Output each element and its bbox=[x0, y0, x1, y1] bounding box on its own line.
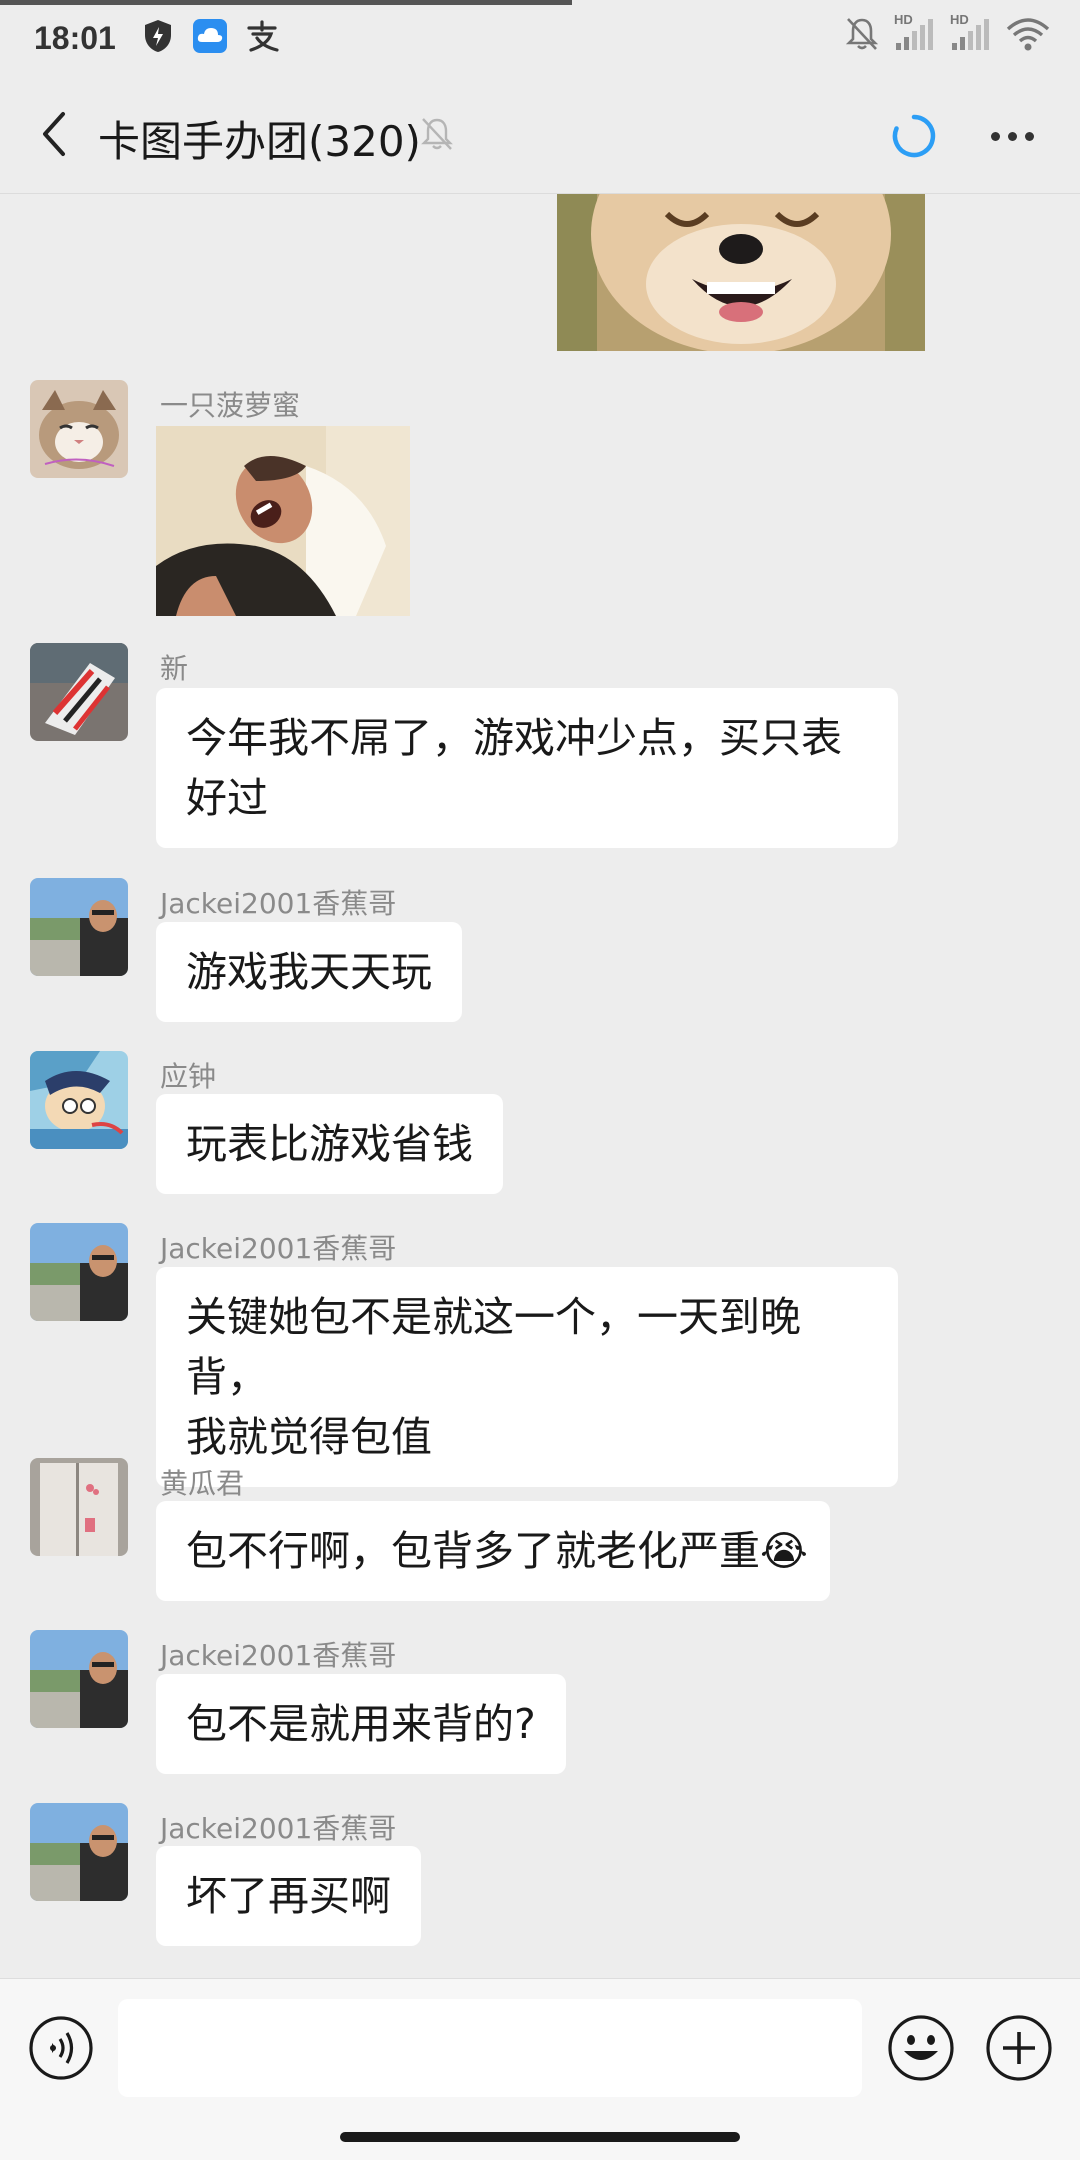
avatar[interactable] bbox=[30, 380, 128, 478]
voice-button[interactable] bbox=[28, 2015, 94, 2081]
shield-icon bbox=[140, 18, 176, 54]
status-left-icons bbox=[140, 18, 280, 54]
back-button[interactable] bbox=[26, 106, 82, 162]
more-options-button[interactable] bbox=[980, 112, 1044, 160]
message-text-line: 游戏我天天玩 bbox=[186, 948, 432, 996]
status-bar: 18:01 HD HD bbox=[0, 0, 1080, 78]
message-bubble[interactable]: 游戏我天天玩 bbox=[156, 922, 462, 1022]
voice-icon bbox=[29, 2016, 93, 2080]
cloud-icon bbox=[192, 18, 228, 54]
group-title: 卡图手办团(320) bbox=[98, 117, 421, 166]
back-arrow-icon bbox=[43, 112, 65, 156]
status-right-icons: HD HD bbox=[844, 12, 1050, 52]
signal-hd-icon: HD bbox=[894, 12, 936, 52]
avatar[interactable] bbox=[30, 1803, 128, 1901]
message-bubble[interactable]: 今年我不屌了，游戏冲少点，买只表 好过 bbox=[156, 688, 898, 848]
status-time: 18:01 bbox=[34, 20, 116, 56]
avatar[interactable] bbox=[30, 1223, 128, 1321]
laughing-man-image bbox=[156, 426, 410, 616]
cat-avatar bbox=[30, 380, 128, 478]
cartoon-avatar bbox=[30, 1051, 128, 1149]
mute-bell-icon bbox=[844, 16, 880, 52]
hd-label: HD bbox=[950, 12, 969, 27]
message-list[interactable]: 一只菠萝蜜 新 今年我不屌了，游戏冲少点，买只表 好过 Jackei2001香蕉… bbox=[0, 194, 1080, 1978]
loading-spinner-icon bbox=[890, 112, 938, 160]
sender-name: 一只菠萝蜜 bbox=[160, 389, 301, 422]
emoji-button[interactable] bbox=[886, 2013, 956, 2083]
wifi-icon bbox=[1006, 16, 1050, 52]
message-text-line: 玩表比游戏省钱 bbox=[186, 1120, 473, 1168]
sender-name: Jackei2001香蕉哥 bbox=[160, 1232, 397, 1265]
dot bbox=[990, 131, 1000, 141]
message-bubble[interactable]: 包不是就用来背的? bbox=[156, 1674, 566, 1774]
avatar[interactable] bbox=[30, 1051, 128, 1149]
plus-button[interactable] bbox=[984, 2013, 1054, 2083]
message-bubble[interactable]: 玩表比游戏省钱 bbox=[156, 1094, 503, 1194]
man-outdoor-avatar bbox=[30, 1803, 128, 1901]
emoji-icon bbox=[888, 2015, 954, 2081]
message-text-line: 我就觉得包值 bbox=[186, 1413, 432, 1461]
message-text-line: 坏了再买啊 bbox=[186, 1872, 391, 1920]
home-indicator[interactable] bbox=[340, 2132, 740, 2142]
top-progress-bar bbox=[0, 0, 572, 5]
signal-hd-icon-2: HD bbox=[950, 12, 992, 52]
avatar[interactable] bbox=[30, 1630, 128, 1728]
message-input[interactable] bbox=[118, 1999, 862, 2097]
man-outdoor-avatar bbox=[30, 1223, 128, 1321]
message-text-line: 关键她包不是就这一个，一天到晚背， bbox=[186, 1293, 801, 1401]
chat-header: 卡图手办团(320) bbox=[0, 78, 1080, 194]
sender-name: 新 bbox=[160, 652, 189, 685]
message-text-line: 好过 bbox=[186, 774, 268, 822]
message-text-line: 今年我不屌了，游戏冲少点，买只表 bbox=[186, 714, 842, 762]
image-message-dog[interactable] bbox=[557, 194, 925, 351]
plus-icon bbox=[986, 2015, 1052, 2081]
sender-name: 黄瓜君 bbox=[160, 1467, 245, 1500]
message-bubble[interactable]: 坏了再买啊 bbox=[156, 1846, 421, 1946]
avatar[interactable] bbox=[30, 1458, 128, 1556]
sender-name: Jackei2001香蕉哥 bbox=[160, 1639, 397, 1672]
avatar[interactable] bbox=[30, 878, 128, 976]
message-bubble[interactable]: 关键她包不是就这一个，一天到晚背， 我就觉得包值 bbox=[156, 1267, 898, 1487]
sender-name: 应钟 bbox=[160, 1060, 217, 1093]
sneaker-avatar bbox=[30, 643, 128, 741]
alipay-icon bbox=[244, 18, 280, 54]
message-text-line: 包不是就用来背的? bbox=[186, 1700, 536, 1748]
dot bbox=[1024, 131, 1034, 141]
man-outdoor-avatar bbox=[30, 878, 128, 976]
avatar[interactable] bbox=[30, 643, 128, 741]
hd-label: HD bbox=[894, 12, 913, 27]
message-text-line: 包不行啊，包背多了就老化严重 bbox=[186, 1527, 760, 1575]
mute-bell-icon bbox=[420, 116, 460, 156]
shiba-dog-image bbox=[557, 194, 925, 351]
image-message-laughing[interactable] bbox=[156, 426, 410, 616]
dot bbox=[1007, 131, 1017, 141]
crying-laughing-emoji-icon: 😭 bbox=[760, 1527, 808, 1575]
door-avatar bbox=[30, 1458, 128, 1556]
message-bubble[interactable]: 包不行啊，包背多了就老化严重😭 bbox=[156, 1501, 830, 1601]
man-outdoor-avatar bbox=[30, 1630, 128, 1728]
sender-name: Jackei2001香蕉哥 bbox=[160, 887, 397, 920]
sender-name: Jackei2001香蕉哥 bbox=[160, 1812, 397, 1845]
